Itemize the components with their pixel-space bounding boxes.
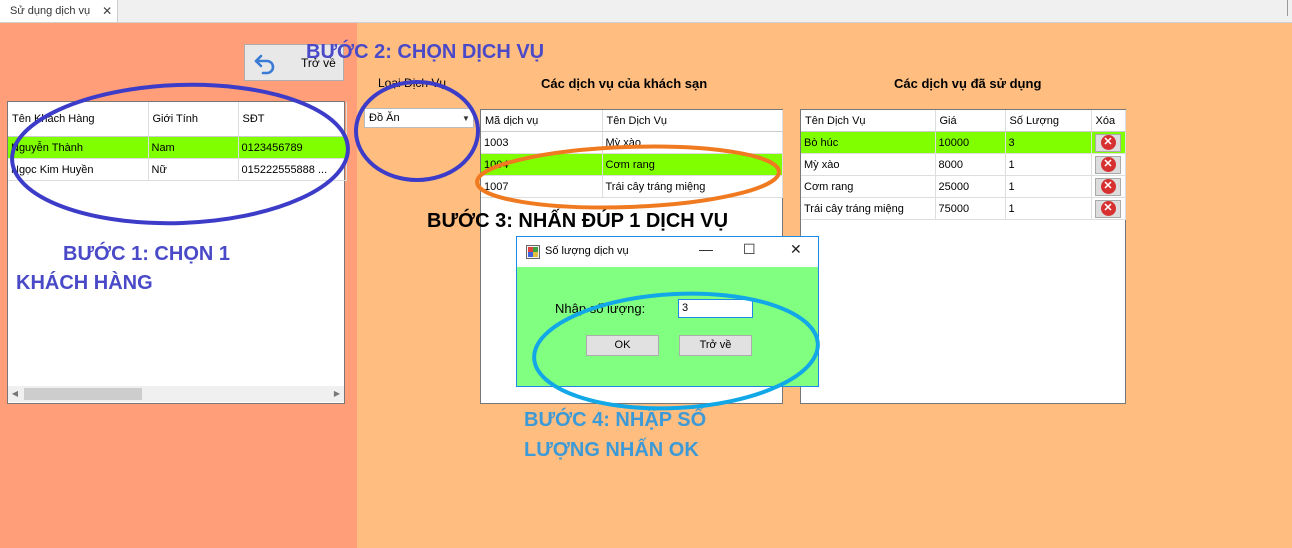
close-icon[interactable]: ✕ — [790, 241, 802, 258]
column-header[interactable]: Tên Dịch Vụ — [602, 110, 783, 132]
used-service-qty-cell[interactable]: 1 — [1005, 197, 1092, 220]
customer-row[interactable]: Ngọc Kim Huyền Nữ 015222555888 ... — [8, 158, 347, 181]
customer-row[interactable]: Nguyễn Thành Nam 0123456789 — [8, 136, 347, 159]
customer-phone-cell[interactable]: 0123456789 — [238, 136, 347, 159]
used-service-row[interactable]: Trái cây tráng miệng 75000 1 ✕ — [801, 197, 1126, 220]
step1-line2: KHÁCH HÀNG — [16, 272, 153, 294]
maximize-icon[interactable]: ☐ — [743, 241, 756, 258]
column-header[interactable]: Xóa — [1091, 110, 1126, 132]
used-service-price-cell[interactable]: 8000 — [935, 153, 1006, 176]
service-id-cell[interactable]: 1007 — [481, 175, 603, 198]
used-service-price-cell[interactable]: 25000 — [935, 175, 1006, 198]
step3-text: BƯỚC 3: NHẤN ĐÚP 1 DỊCH VỤ — [427, 210, 729, 232]
service-id-cell[interactable]: 1004 — [481, 153, 603, 176]
chevron-down-icon[interactable]: ▼ — [459, 114, 473, 123]
delete-button[interactable]: ✕ — [1095, 199, 1121, 218]
hotel-services-header-row: Mã dịch vụ Tên Dịch Vụ — [481, 110, 783, 132]
used-service-name-cell[interactable]: Bò húc — [801, 131, 936, 154]
hotel-service-row[interactable]: 1003 Mỳ xào — [481, 131, 783, 154]
delete-button[interactable]: ✕ — [1095, 133, 1121, 152]
service-name-cell[interactable]: Cơm rang — [602, 153, 783, 176]
column-header[interactable]: SĐT — [238, 102, 347, 137]
hotel-service-row[interactable]: 1004 Cơm rang — [481, 153, 783, 176]
delete-x-icon: ✕ — [1100, 157, 1116, 172]
app-window-icon — [526, 245, 540, 259]
used-service-price-cell[interactable]: 10000 — [935, 131, 1006, 154]
service-type-value: Đồ Ăn — [369, 112, 400, 124]
dialog-title: Số lượng dịch vụ — [545, 245, 629, 257]
tab-su-dung-dich-vu[interactable]: Sử dụng dịch vụ ✕ — [0, 0, 118, 22]
delete-cell: ✕ — [1091, 131, 1126, 154]
quantity-input[interactable]: 3 — [678, 299, 753, 318]
delete-button[interactable]: ✕ — [1095, 155, 1121, 174]
step2-text: BƯỚC 2: CHỌN DỊCH VỤ — [306, 41, 545, 63]
tab-title: Sử dụng dịch vụ — [10, 5, 91, 17]
tab-bar: Sử dụng dịch vụ ✕ — [0, 0, 1292, 23]
hotel-services-title: Các dịch vụ của khách sạn — [541, 76, 708, 91]
column-header[interactable]: Tên Dịch Vụ — [801, 110, 936, 132]
ok-button[interactable]: OK — [586, 335, 659, 356]
used-service-qty-cell[interactable]: 3 — [1005, 131, 1092, 154]
used-service-price-cell[interactable]: 75000 — [935, 197, 1006, 220]
service-type-label: Loại Dịch Vụ — [378, 76, 447, 90]
column-header[interactable]: Tên Khách Hàng — [8, 102, 149, 137]
quantity-dialog: Số lượng dịch vụ — ☐ ✕ Nhập số lượng: 3 … — [516, 236, 819, 387]
used-services-title: Các dịch vụ đã sử dụng — [894, 76, 1042, 91]
used-service-qty-cell[interactable]: 1 — [1005, 175, 1092, 198]
used-service-name-cell[interactable]: Trái cây tráng miệng — [801, 197, 936, 220]
service-type-select[interactable]: Đồ Ăn ▼ — [364, 108, 474, 128]
step4-line2: LƯỢNG NHẤN OK — [524, 439, 699, 461]
scroll-left-icon[interactable]: ◀ — [8, 386, 22, 402]
column-header[interactable]: Giới Tính — [148, 102, 239, 137]
customer-header-row: Tên Khách Hàng Giới Tính SĐT — [8, 102, 347, 137]
tab-close-icon[interactable]: ✕ — [102, 4, 112, 18]
window-edge — [1287, 0, 1288, 16]
column-header[interactable]: Số Lượng — [1005, 110, 1092, 132]
hotel-service-row[interactable]: 1007 Trái cây tráng miệng — [481, 175, 783, 198]
service-name-cell[interactable]: Mỳ xào — [602, 131, 783, 154]
step1-line1: BƯỚC 1: CHỌN 1 — [63, 243, 231, 265]
delete-cell: ✕ — [1091, 197, 1126, 220]
service-id-cell[interactable]: 1003 — [481, 131, 603, 154]
delete-button[interactable]: ✕ — [1095, 177, 1121, 196]
used-service-name-cell[interactable]: Cơm rang — [801, 175, 936, 198]
delete-x-icon: ✕ — [1100, 201, 1116, 216]
customer-name-cell[interactable]: Ngọc Kim Huyền — [8, 158, 149, 181]
used-service-name-cell[interactable]: Mỳ xào — [801, 153, 936, 176]
customer-gender-cell[interactable]: Nam — [148, 136, 239, 159]
step4-line1: BƯỚC 4: NHẬP SỐ — [524, 409, 707, 431]
customer-name-cell[interactable]: Nguyễn Thành — [8, 136, 149, 159]
delete-x-icon: ✕ — [1100, 135, 1116, 150]
delete-cell: ✕ — [1091, 153, 1126, 176]
used-service-row[interactable]: Mỳ xào 8000 1 ✕ — [801, 153, 1126, 176]
service-name-cell[interactable]: Trái cây tráng miệng — [602, 175, 783, 198]
customer-gender-cell[interactable]: Nữ — [148, 158, 239, 181]
delete-x-icon: ✕ — [1100, 179, 1116, 194]
minimize-icon[interactable]: — — [699, 241, 713, 257]
used-services-header-row: Tên Dịch Vụ Giá Số Lượng Xóa — [801, 110, 1126, 132]
used-service-row[interactable]: Bò húc 10000 3 ✕ — [801, 131, 1126, 154]
quantity-label: Nhập số lượng: — [555, 301, 646, 316]
column-header[interactable]: Mã dịch vụ — [481, 110, 603, 132]
delete-cell: ✕ — [1091, 175, 1126, 198]
scroll-thumb[interactable] — [24, 388, 142, 400]
used-services-grid[interactable]: Tên Dịch Vụ Giá Số Lượng Xóa Bò húc 1000… — [800, 109, 1126, 404]
column-header[interactable]: Giá — [935, 110, 1006, 132]
used-service-row[interactable]: Cơm rang 25000 1 ✕ — [801, 175, 1126, 198]
dialog-back-button[interactable]: Trở về — [679, 335, 752, 356]
scroll-right-icon[interactable]: ▶ — [330, 386, 344, 402]
dialog-titlebar[interactable]: Số lượng dịch vụ — ☐ ✕ — [517, 237, 818, 267]
customer-phone-cell[interactable]: 015222555888 ... — [238, 158, 347, 181]
used-service-qty-cell[interactable]: 1 — [1005, 153, 1092, 176]
customer-horizontal-scrollbar[interactable]: ◀ ▶ — [8, 386, 344, 402]
back-arrow-icon — [254, 54, 275, 74]
